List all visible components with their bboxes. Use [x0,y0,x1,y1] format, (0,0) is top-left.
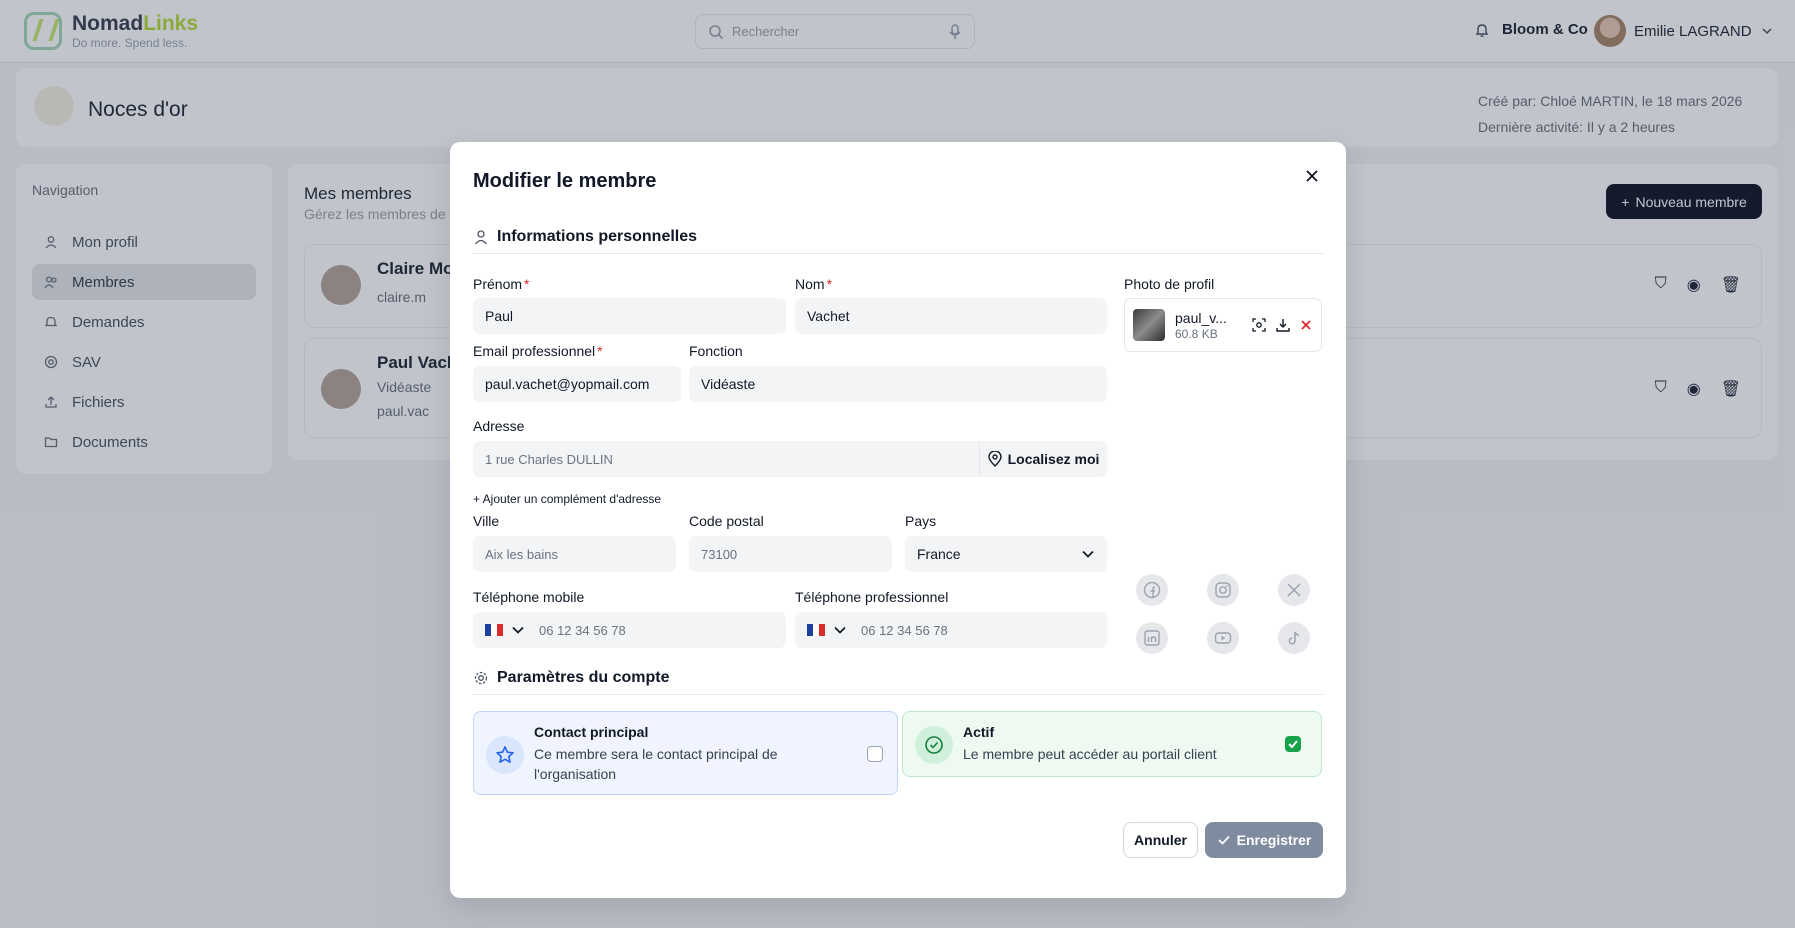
close-button[interactable] [1300,164,1324,188]
email-label: Email professionnel * [473,343,603,359]
tel-mobile-input[interactable]: 06 12 34 56 78 [539,623,626,638]
primary-contact-description: Ce membre sera le contact principal de l… [534,746,778,782]
prenom-field[interactable]: Paul [473,298,786,334]
x-button[interactable] [1278,574,1310,606]
chevron-down-icon [1082,550,1094,558]
france-flag-icon[interactable] [807,624,825,636]
primary-contact-option[interactable]: Contact principal Ce membre sera le cont… [473,711,898,795]
photo-label: Photo de profil [1124,276,1215,292]
primary-contact-title: Contact principal [534,724,649,740]
active-checkbox[interactable] [1285,736,1301,752]
fonction-field[interactable]: Vidéaste [689,366,1107,402]
pays-value: France [917,546,961,562]
account-settings-title: Paramètres du compte [497,668,670,686]
tel-mobile-label: Téléphone mobile [473,589,585,605]
ville-label: Ville [473,513,500,529]
adresse-field[interactable]: 1 rue Charles DULLIN [473,441,979,477]
code-postal-label: Code postal [689,513,764,529]
ville-field[interactable]: Aix les bains [473,536,676,572]
primary-contact-checkbox[interactable] [867,746,883,762]
user-icon [474,229,488,244]
linkedin-icon [1144,630,1160,646]
chevron-down-icon[interactable] [511,623,525,637]
save-button[interactable]: Enregistrer [1205,822,1323,858]
instagram-button[interactable] [1207,574,1239,606]
adresse-label: Adresse [473,418,525,434]
photo-file-name: paul_v... [1175,310,1227,326]
fonction-label: Fonction [689,343,743,359]
photo-thumbnail [1133,309,1165,341]
save-label: Enregistrer [1236,832,1312,848]
active-description: Le membre peut accéder au portail client [963,746,1217,762]
facebook-button[interactable] [1136,574,1168,606]
personal-info-section: Informations personnelles [473,224,1323,254]
account-settings-section: Paramètres du compte [473,665,1323,695]
code-postal-field[interactable]: 73100 [689,536,892,572]
add-address-complement-link[interactable]: + Ajouter un complément d'adresse [473,492,661,506]
remove-icon[interactable] [1299,318,1313,332]
instagram-icon [1215,582,1231,598]
active-option[interactable]: Actif Le membre peut accéder au portail … [902,711,1322,777]
tel-mobile-field[interactable]: 06 12 34 56 78 [473,612,786,648]
tel-pro-label: Téléphone professionnel [795,589,949,605]
localize-me-label: Localisez moi [1007,451,1100,467]
photo-file-size: 60.8 KB [1175,327,1218,341]
personal-info-title: Informations personnelles [497,227,698,245]
map-pin-icon [987,451,1002,467]
localize-me-button[interactable]: Localisez moi [979,441,1107,477]
youtube-icon [1214,632,1232,644]
linkedin-button[interactable] [1136,622,1168,654]
prenom-label: Prénom * [473,276,530,292]
youtube-button[interactable] [1207,622,1239,654]
chevron-down-icon[interactable] [833,623,847,637]
crop-icon[interactable] [1251,317,1267,333]
profile-photo-upload[interactable]: paul_v... 60.8 KB [1124,298,1322,352]
star-icon [486,736,524,774]
check-circle-icon [915,726,953,764]
gear-icon [474,671,488,684]
pays-select[interactable]: France [905,536,1107,572]
edit-member-modal: Modifier le membre Informations personne… [450,142,1346,898]
tel-pro-field[interactable]: 06 12 34 56 78 [795,612,1107,648]
modal-title: Modifier le membre [473,170,657,192]
nom-field[interactable]: Vachet [795,298,1107,334]
tiktok-button[interactable] [1278,622,1310,654]
check-icon [1288,740,1298,749]
tel-pro-input[interactable]: 06 12 34 56 78 [861,623,948,638]
cancel-button[interactable]: Annuler [1123,822,1198,858]
check-icon [1218,835,1230,845]
active-title: Actif [963,724,995,740]
email-field[interactable]: paul.vachet@yopmail.com [473,366,681,402]
close-icon [1306,170,1318,182]
pays-label: Pays [905,513,937,529]
download-icon[interactable] [1275,317,1291,333]
tiktok-icon [1288,631,1300,645]
france-flag-icon[interactable] [485,624,503,636]
facebook-icon [1143,581,1161,599]
nom-label: Nom * [795,276,833,292]
x-icon [1287,583,1301,597]
